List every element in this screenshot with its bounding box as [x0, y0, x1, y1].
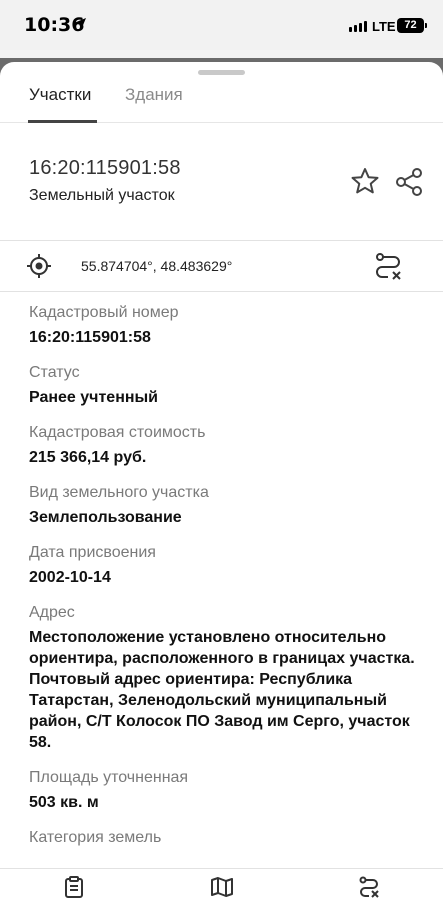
map-icon[interactable] [210, 875, 234, 899]
field-label: Кадастровый номер [29, 304, 179, 321]
tab-bar: Участки Здания [0, 82, 443, 123]
route-clear-icon[interactable] [372, 250, 404, 282]
field-plot-kind: Вид земельного участка Землепользование [29, 482, 424, 528]
field-label: Категория земель [29, 829, 162, 846]
field-address: Адрес Местоположение установлено относит… [29, 602, 424, 753]
field-cadastral-number: Кадастровый номер 16:20:115901:58 [29, 302, 424, 348]
object-type: Земельный участок [29, 187, 175, 204]
page-title: 16:20:115901:58 [29, 157, 181, 179]
field-value: Местоположение установлено относительно … [29, 629, 415, 751]
field-label: Адрес [29, 604, 75, 621]
field-value: 503 кв. м [29, 794, 99, 811]
field-label: Дата присвоения [29, 544, 156, 561]
status-bar: 10:36 LTE 72 [0, 0, 443, 58]
field-value: 16:20:115901:58 [29, 329, 151, 346]
coordinates-bar: 55.874704°, 48.483629° [0, 240, 443, 292]
field-value: 215 366,14 руб. [29, 449, 147, 466]
details-list: Кадастровый номер 16:20:115901:58 Статус… [29, 302, 424, 863]
network-label: LTE [372, 19, 396, 34]
field-status: Статус Ранее учтенный [29, 362, 424, 408]
star-icon[interactable] [348, 165, 382, 199]
field-cadastral-value: Кадастровая стоимость 215 366,14 руб. [29, 422, 424, 468]
target-icon[interactable] [26, 253, 52, 279]
tab-buildings[interactable]: Здания [125, 85, 183, 123]
route-clear-icon[interactable] [357, 875, 381, 899]
bottom-nav [0, 868, 443, 900]
field-value: Ранее учтенный [29, 389, 159, 406]
field-area: Площадь уточненная 503 кв. м [29, 767, 424, 813]
battery-icon: 72 [397, 18, 427, 33]
field-label: Площадь уточненная [29, 769, 189, 786]
share-icon[interactable] [392, 165, 426, 199]
signal-icon [349, 21, 367, 32]
bottom-sheet: Участки Здания 16:20:115901:58 Земельный… [0, 62, 443, 900]
field-assign-date: Дата присвоения 2002-10-14 [29, 542, 424, 588]
tab-plots[interactable]: Участки [27, 85, 98, 123]
field-land-category: Категория земель [29, 827, 424, 849]
field-label: Вид земельного участка [29, 484, 209, 501]
object-header: 16:20:115901:58 Земельный участок [0, 124, 443, 240]
field-value: Землепользование [29, 509, 182, 526]
coordinates-text[interactable]: 55.874704°, 48.483629° [81, 258, 232, 274]
clipboard-icon[interactable] [62, 875, 86, 899]
field-label: Кадастровая стоимость [29, 424, 206, 441]
location-arrow-icon [74, 18, 86, 30]
sheet-drag-handle[interactable] [198, 70, 245, 75]
field-label: Статус [29, 364, 80, 381]
field-value: 2002-10-14 [29, 569, 111, 586]
